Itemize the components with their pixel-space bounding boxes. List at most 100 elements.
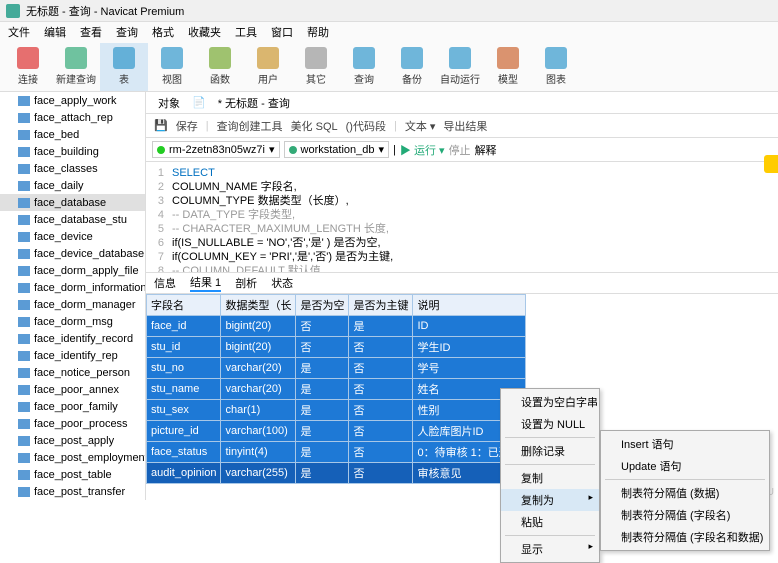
cell[interactable]: picture_id xyxy=(147,421,221,442)
cell[interactable]: varchar(20) xyxy=(221,379,296,400)
tree-item[interactable]: face_apply_work xyxy=(0,92,145,109)
tool-表[interactable]: 表 xyxy=(100,43,148,91)
cell[interactable]: char(1) xyxy=(221,400,296,421)
beautify-button[interactable]: 美化 SQL xyxy=(291,118,338,134)
menu-item[interactable]: 编辑 xyxy=(44,24,66,40)
run-button[interactable]: ▶ 运行 ▾ xyxy=(400,142,445,158)
cell[interactable]: 学生ID xyxy=(413,337,525,358)
tree-item[interactable]: face_dorm_msg xyxy=(0,313,145,330)
cell[interactable]: 否 xyxy=(296,316,349,337)
tree-item[interactable]: face_identify_rep xyxy=(0,347,145,364)
cell[interactable]: varchar(100) xyxy=(221,421,296,442)
tree-item[interactable]: face_notice_person xyxy=(0,364,145,381)
tab-info[interactable]: 信息 xyxy=(154,275,176,291)
builder-button[interactable]: 查询创建工具 xyxy=(217,118,283,134)
cell[interactable]: 是 xyxy=(296,463,349,484)
tool-查询[interactable]: 查询 xyxy=(340,43,388,91)
cell[interactable]: 否 xyxy=(349,463,413,484)
save-button[interactable]: 保存 xyxy=(176,118,198,134)
menu-item[interactable]: 复制 xyxy=(501,467,599,489)
tab-profile[interactable]: 剖析 xyxy=(235,275,257,291)
cell[interactable]: 否 xyxy=(349,400,413,421)
cell[interactable]: stu_sex xyxy=(147,400,221,421)
tree-item[interactable]: face_poor_annex xyxy=(0,381,145,398)
menu-item[interactable]: 收藏夹 xyxy=(188,24,221,40)
col-header[interactable]: 说明 xyxy=(413,295,525,316)
menu-item[interactable]: 查看 xyxy=(80,24,102,40)
menu-item[interactable]: 显示 xyxy=(501,538,599,560)
cell[interactable]: bigint(20) xyxy=(221,316,296,337)
tab-query[interactable]: * 无标题 - 查询 xyxy=(212,93,296,113)
cell[interactable]: 否 xyxy=(349,358,413,379)
side-badge[interactable] xyxy=(764,155,778,173)
tool-自动运行[interactable]: 自动运行 xyxy=(436,43,484,91)
menu-item[interactable]: 窗口 xyxy=(271,24,293,40)
tool-连接[interactable]: 连接 xyxy=(4,43,52,91)
tree-item[interactable]: face_device_database xyxy=(0,245,145,262)
cell[interactable]: 是 xyxy=(296,442,349,463)
tree-item[interactable]: face_post_table xyxy=(0,466,145,483)
text-button[interactable]: 文本 ▾ xyxy=(405,118,436,134)
cell[interactable]: 是 xyxy=(296,379,349,400)
cell[interactable]: tinyint(4) xyxy=(221,442,296,463)
menu-item[interactable]: 工具 xyxy=(235,24,257,40)
explain-button[interactable]: 解释 xyxy=(475,142,497,158)
tool-模型[interactable]: 模型 xyxy=(484,43,532,91)
menu-item[interactable]: 删除记录 xyxy=(501,440,599,462)
tree-item[interactable]: face_building xyxy=(0,143,145,160)
cell[interactable]: 是 xyxy=(296,358,349,379)
connection-combo[interactable]: rm-2zetn83n05wz7i▾ xyxy=(152,141,280,158)
tree-item[interactable]: face_database_stu xyxy=(0,211,145,228)
menu-item[interactable]: 帮助 xyxy=(307,24,329,40)
menu-item[interactable]: 设置为空白字串 xyxy=(501,391,599,413)
tree-item[interactable]: face_database xyxy=(0,194,145,211)
tool-备份[interactable]: 备份 xyxy=(388,43,436,91)
cell[interactable]: 否 xyxy=(349,379,413,400)
cell[interactable]: stu_id xyxy=(147,337,221,358)
cell[interactable]: 是 xyxy=(296,421,349,442)
menu-item[interactable]: 制表符分隔值 (字段名) xyxy=(601,504,769,526)
tree-item[interactable]: face_poor_family xyxy=(0,398,145,415)
tree-item[interactable]: face_dorm_manager xyxy=(0,296,145,313)
menu-item[interactable]: Insert 语句 xyxy=(601,433,769,455)
cell[interactable]: face_status xyxy=(147,442,221,463)
menu-item[interactable]: Update 语句 xyxy=(601,455,769,477)
cell[interactable]: 学号 xyxy=(413,358,525,379)
menu-item[interactable]: 文件 xyxy=(8,24,30,40)
cell[interactable]: 否 xyxy=(349,337,413,358)
tree-item[interactable]: face_dorm_apply_file xyxy=(0,262,145,279)
tool-其它[interactable]: 其它 xyxy=(292,43,340,91)
col-header[interactable]: 是否为空 xyxy=(296,295,349,316)
cell[interactable]: 否 xyxy=(349,421,413,442)
tab-objects[interactable]: 对象 xyxy=(152,93,186,113)
tree-item[interactable]: face_bed xyxy=(0,126,145,143)
tab-result[interactable]: 结果 1 xyxy=(190,274,221,292)
tree-item[interactable]: face_poor_process xyxy=(0,415,145,432)
tree-item[interactable]: face_attach_rep xyxy=(0,109,145,126)
cell[interactable]: 否 xyxy=(349,442,413,463)
menu-item[interactable]: 复制为 xyxy=(501,489,599,511)
menu-item[interactable]: 格式 xyxy=(152,24,174,40)
export-button[interactable]: 导出结果 xyxy=(443,118,487,134)
menu-item[interactable]: 查询 xyxy=(116,24,138,40)
tree-item[interactable]: face_post_transfer xyxy=(0,483,145,500)
menu-item[interactable]: 粘贴 xyxy=(501,511,599,533)
tree-item[interactable]: face_identify_record xyxy=(0,330,145,347)
menu-item[interactable]: 制表符分隔值 (字段名和数据) xyxy=(601,526,769,548)
tree-item[interactable]: face_classes xyxy=(0,160,145,177)
tree-item[interactable]: face_post_employment xyxy=(0,449,145,466)
tool-图表[interactable]: 图表 xyxy=(532,43,580,91)
tool-视图[interactable]: 视图 xyxy=(148,43,196,91)
tool-新建查询[interactable]: 新建查询 xyxy=(52,43,100,91)
cell[interactable]: stu_name xyxy=(147,379,221,400)
cell[interactable]: varchar(20) xyxy=(221,358,296,379)
tool-函数[interactable]: 函数 xyxy=(196,43,244,91)
cell[interactable]: bigint(20) xyxy=(221,337,296,358)
col-header[interactable]: 是否为主键 xyxy=(349,295,413,316)
col-header[interactable]: 数据类型（长 xyxy=(221,295,296,316)
tab-status[interactable]: 状态 xyxy=(271,275,293,291)
cell[interactable]: face_id xyxy=(147,316,221,337)
col-header[interactable]: 字段名 xyxy=(147,295,221,316)
menu-item[interactable]: 设置为 NULL xyxy=(501,413,599,435)
database-combo[interactable]: workstation_db▾ xyxy=(284,141,390,158)
